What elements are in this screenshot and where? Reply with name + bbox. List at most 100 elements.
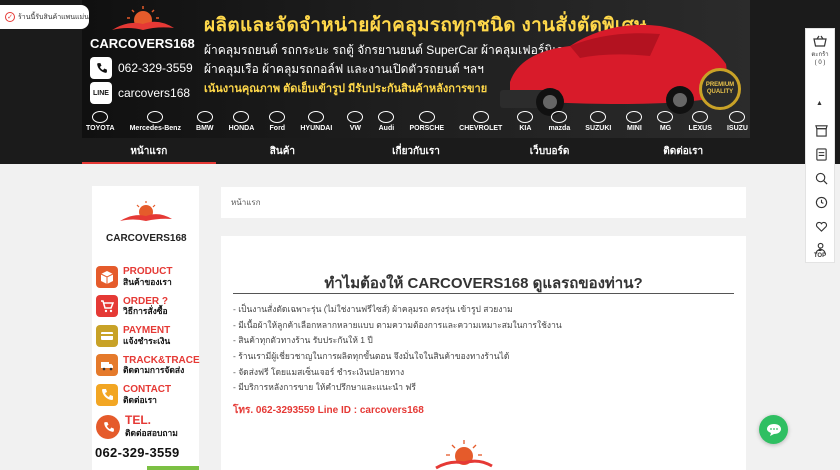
brand-logo: BMW [196,110,214,132]
chat-button[interactable] [759,415,788,444]
brand-emblem-icon [692,110,709,123]
nav-products[interactable]: สินค้า [216,138,350,164]
brand-name-label: MINI [627,124,642,132]
line-icon: LINE [90,82,112,104]
brand-logo: ISUZU [726,110,748,132]
sidebar-tel-title: TEL. [125,413,151,427]
sidebar-item-product[interactable]: PRODUCT สินค้าของเรา [96,262,199,292]
rail-scroll-up-icon[interactable]: ▲ [816,100,823,107]
nav-contact[interactable]: ติดต่อเรา [616,138,750,164]
sidebar-logo-icon [120,201,172,221]
sidebar-item-order[interactable]: ORDER ? วิธีการสั่งซื้อ [96,292,199,322]
brand-logo: VW [347,110,364,132]
brand-emblem-icon [147,110,164,123]
brand-emblem-icon [347,110,364,123]
sidebar-item-contact[interactable]: CONTACT ติดต่อเรา [96,380,199,410]
sidebar-item-sub: วิธีการสั่งซื้อ [123,306,168,317]
breadcrumb-home[interactable]: หน้าแรก [231,196,261,209]
site-header: CARCOVERS168 062-329-3559 LINE carcovers… [0,0,840,138]
brand-name-label: HONDA [228,124,255,132]
header-banner[interactable]: CARCOVERS168 062-329-3559 LINE carcovers… [82,0,750,138]
brand-logo: KIA [517,110,534,132]
shop-icon[interactable] [814,123,828,137]
phone-icon [96,415,120,439]
header-phone[interactable]: 062-329-3559 [90,57,193,79]
brand-name-label: ISUZU [726,124,748,132]
contact-line: โทร. 062-3293559 Line ID : carcovers168 [233,405,424,416]
brand-name-label: TOYOTA [86,124,115,132]
brand-logo: MINI [626,110,643,132]
brand-name: CARCOVERS168 [90,36,195,51]
brand-logo: SUZUKI [585,110,612,132]
sidebar-green-bar [147,466,199,470]
banner-line-3: เน้นงานคุณภาพ ตัดเย็บเข้ารูป มีรับประกัน… [204,83,488,95]
brand-emblem-icon [626,110,643,123]
sidebar-logo-text: CARCOVERS168 [106,233,187,244]
premium-quality-badge: PREMIUM QUALITY [699,68,741,110]
brand-logo: Ford [269,110,286,132]
wishlist-heart-icon[interactable] [814,219,828,233]
sidebar-item-title: PAYMENT [123,325,171,337]
brand-name-label: Audi [378,124,395,132]
rail-cart[interactable]: ตะกร้า ( 0 ) [806,35,834,66]
brand-name-label: HYUNDAI [300,124,333,132]
nav-webboard[interactable]: เว็บบอร์ด [483,138,617,164]
brand-name-label: Mercedes-Benz [129,124,181,132]
nav-home[interactable]: หน้าแรก [82,138,216,164]
brand-emblem-icon [590,110,607,123]
brand-logo: LEXUS [689,110,712,132]
search-history-icon[interactable] [814,171,828,185]
rail-cart-count: ( 0 ) [814,60,826,66]
brand-emblem-icon [269,110,286,123]
cart-icon [96,295,118,318]
sidebar-tel-number[interactable]: 062-329-3559 [95,445,180,460]
sidebar-item-track[interactable]: TRACK&TRACE ติดตามการจัดส่ง [96,351,200,381]
brand-logo: MG [657,110,674,132]
red-car-cover-icon [500,24,730,116]
brand-emblem-icon [729,110,746,123]
check-icon: ✓ [5,12,15,22]
feature-list: - เป็นงานสั่งตัดเฉพาะรุ่น (ไม่ใช่งานฟรีไ… [233,302,562,396]
brand-emblem-icon [657,110,674,123]
payment-icon [96,324,118,347]
store-notice-badge[interactable]: ✓ ร้านนี้รับสินค้าแพนแม่น [0,5,89,29]
brand-name-label: KIA [519,124,532,132]
brand-name-label: PORSCHE [409,124,445,132]
brand-name-label: mazda [548,124,571,132]
brand-name-label: MG [659,124,672,132]
brand-logo: Audi [378,110,395,132]
sidebar-item-sub: ติดตามการจัดส่ง [123,365,185,376]
sidebar-logo[interactable]: CARCOVERS168 [106,200,187,244]
recent-view-icon[interactable] [814,195,828,209]
brand-name-label: CHEVROLET [459,124,503,132]
nav-about[interactable]: เกี่ยวกับเรา [349,138,483,164]
list-item: - จัดส่งฟรี โดยแมสเซ็นเจอร์ ชำระเงินปลาย… [233,366,405,377]
brand-emblem-icon [517,110,534,123]
sidebar-tel[interactable]: TEL. ติดต่อสอบถาม [96,414,178,440]
brand-emblem-icon [551,110,568,123]
right-rail: ตะกร้า ( 0 ) ▲ ▲ TOP [805,28,835,263]
back-to-top-button[interactable]: ▲ TOP [806,247,834,259]
brand-name-label: VW [349,124,361,132]
store-notice-label: ร้านนี้รับสินค้าแพนแม่น [18,13,89,21]
chat-bubble-icon [766,423,781,436]
sidebar-item-title: PRODUCT [123,266,173,278]
header-line[interactable]: LINE carcovers168 [90,82,190,104]
list-item: - สินค้าทุกตัวทางร้าน รับประกันให้ 1 ปี [233,335,373,346]
brand-emblem-icon [233,110,250,123]
phone-icon [90,57,112,79]
brand-name-label: SUZUKI [585,124,612,132]
main-content: ทำไมต้องให้ CARCOVERS168 ดูแลรถของท่าน? … [221,236,746,470]
sidebar-menu: PRODUCT สินค้าของเรา ORDER ? วิธีการสั่งซื… [96,262,200,410]
brand-name-label: BMW [196,124,214,132]
brand-name-label: Ford [269,124,286,132]
banner-line-2: ผ้าคลุมเรือ ผ้าคลุมรถกอล์ฟ และงานเปิดตัว… [204,62,484,76]
header-line-id: carcovers168 [118,86,191,100]
list-item: - มีบริการหลังการขาย ให้คำปรึกษาและแนะนำ… [233,382,416,393]
blog-icon[interactable] [814,147,828,161]
car-brand-strip: TOYOTA Mercedes-Benz BMW HONDA Ford HYUNDAI VW… [86,108,748,134]
brand-logo: PORSCHE [409,110,445,132]
sidebar-item-payment[interactable]: PAYMENT แจ้งชำระเงิน [96,321,199,351]
brand-logo: mazda [548,110,571,132]
brand-logo-icon [112,6,174,30]
